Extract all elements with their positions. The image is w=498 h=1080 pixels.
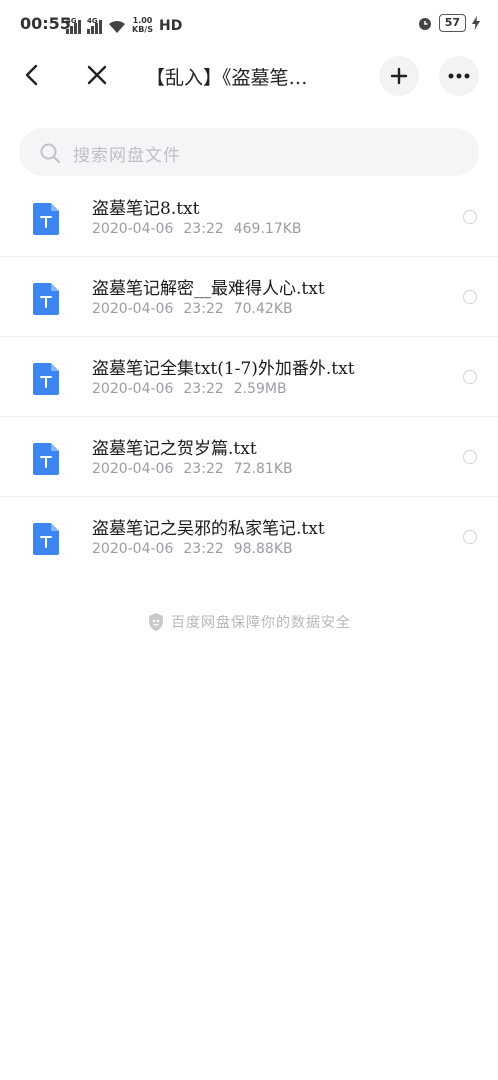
text-file-icon	[33, 523, 59, 555]
speed-value: 1.00	[132, 16, 153, 25]
file-size: 72.81KB	[233, 461, 293, 477]
select-radio[interactable]	[463, 530, 477, 544]
charging-icon	[472, 16, 480, 30]
battery-level: 57	[438, 14, 466, 32]
file-row[interactable]: 盗墓笔记解密__最难得人心.txt 2020-04-06 23:22 70.42KB	[0, 257, 498, 337]
security-note: 百度网盘保障你的数据安全	[171, 615, 351, 631]
file-list: 盗墓笔记8.txt 2020-04-06 23:22 469.17KB 盗墓笔记解密…	[0, 177, 498, 576]
wifi-icon	[109, 20, 125, 33]
more-button[interactable]	[439, 56, 479, 96]
file-time: 23:22	[183, 381, 224, 397]
file-size: 2.59MB	[233, 381, 287, 397]
file-meta: 2020-04-06 23:22 70.42KB	[92, 301, 303, 317]
file-date: 2020-04-06	[92, 221, 174, 237]
file-time: 23:22	[183, 461, 224, 477]
select-radio[interactable]	[463, 370, 477, 384]
back-icon[interactable]	[20, 62, 46, 88]
signal-icon: 4G	[87, 17, 102, 34]
text-file-icon	[33, 283, 59, 315]
file-size: 70.42KB	[233, 301, 293, 317]
file-row[interactable]: 盗墓笔记之贺岁篇.txt 2020-04-06 23:22 72.81KB	[0, 417, 498, 497]
network-speed: 1.00 KB/S	[132, 16, 153, 34]
file-name: 盗墓笔记之吴邪的私家笔记.txt	[92, 519, 325, 539]
signal-icon: 4G	[66, 17, 81, 34]
shield-icon	[149, 613, 163, 631]
select-radio[interactable]	[463, 290, 477, 304]
file-meta: 2020-04-06 23:22 98.88KB	[92, 541, 303, 557]
file-meta: 2020-04-06 23:22 2.59MB	[92, 381, 297, 397]
file-row[interactable]: 盗墓笔记全集txt(1-7)外加番外.txt 2020-04-06 23:22 2.…	[0, 337, 498, 417]
alarm-icon	[418, 18, 431, 30]
hd-indicator: HD	[158, 18, 183, 34]
more-dots-icon	[448, 73, 470, 79]
speed-unit: KB/S	[132, 25, 153, 34]
file-time: 23:22	[183, 301, 224, 317]
file-date: 2020-04-06	[92, 541, 174, 557]
search-icon	[40, 143, 61, 164]
file-meta: 2020-04-06 23:22 72.81KB	[92, 461, 303, 477]
file-name: 盗墓笔记解密__最难得人心.txt	[92, 279, 325, 299]
file-meta: 2020-04-06 23:22 469.17KB	[92, 221, 312, 237]
search-input[interactable]: 搜索网盘文件	[19, 128, 479, 176]
file-time: 23:22	[183, 541, 224, 557]
network-type-label: 4G	[87, 17, 98, 25]
select-radio[interactable]	[463, 210, 477, 224]
file-name: 盗墓笔记之贺岁篇.txt	[92, 439, 257, 459]
text-file-icon	[33, 443, 59, 475]
file-size: 98.88KB	[233, 541, 293, 557]
close-icon[interactable]	[84, 62, 110, 88]
file-row[interactable]: 盗墓笔记8.txt 2020-04-06 23:22 469.17KB	[0, 177, 498, 257]
file-name: 盗墓笔记8.txt	[92, 199, 200, 219]
text-file-icon	[33, 363, 59, 395]
page-title: 【乱入】《盗墓笔…	[146, 67, 308, 89]
status-time: 00:55	[20, 14, 71, 33]
file-date: 2020-04-06	[92, 301, 174, 317]
network-type-label: 4G	[66, 17, 77, 25]
security-footer: 百度网盘保障你的数据安全	[0, 612, 498, 632]
file-name: 盗墓笔记全集txt(1-7)外加番外.txt	[92, 359, 355, 379]
status-bar: 00:55 4G 4G 1.00 KB/S HD 57	[0, 0, 498, 48]
file-row[interactable]: 盗墓笔记之吴邪的私家笔记.txt 2020-04-06 23:22 98.88KB	[0, 497, 498, 576]
text-file-icon	[33, 203, 59, 235]
search-placeholder: 搜索网盘文件	[73, 146, 181, 166]
file-date: 2020-04-06	[92, 461, 174, 477]
status-right: 57	[417, 14, 480, 32]
top-bar: 【乱入】《盗墓笔…	[0, 50, 498, 102]
file-size: 469.17KB	[233, 221, 302, 237]
file-date: 2020-04-06	[92, 381, 174, 397]
add-button[interactable]	[379, 56, 419, 96]
select-radio[interactable]	[463, 450, 477, 464]
file-time: 23:22	[183, 221, 224, 237]
network-indicators: 4G 4G 1.00 KB/S HD	[66, 14, 182, 34]
plus-icon	[390, 67, 408, 85]
